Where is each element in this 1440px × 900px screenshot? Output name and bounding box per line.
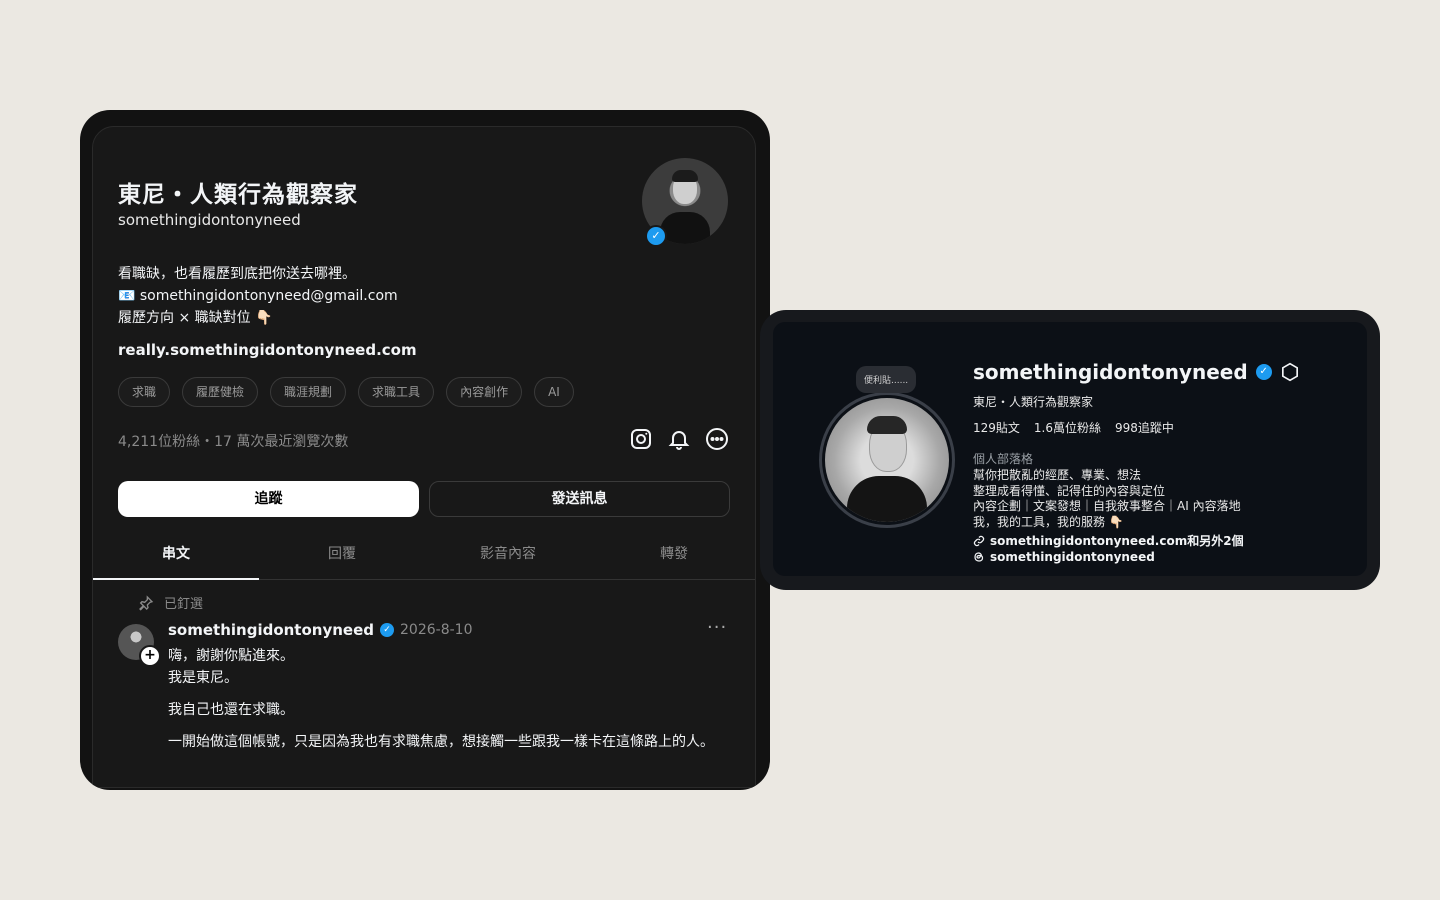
instagram-link-row[interactable]: somethingidontonyneed.com和另外2個 — [973, 532, 1244, 549]
topic-tag[interactable]: 職涯規劃 — [270, 377, 347, 407]
instagram-avatar[interactable] — [825, 398, 949, 522]
profile-display-name: 東尼・人類行為觀察家 — [118, 182, 358, 208]
profile-username: somethingidontonyneed — [118, 211, 301, 229]
post-body: 嗨，謝謝你點進來。 我是東尼。 我自己也還在求職。 一開始做這個帳號，只是因為我… — [168, 645, 733, 763]
following-count[interactable]: 998追蹤中 — [1115, 419, 1174, 436]
post-paragraph: 一開始做這個帳號，只是因為我也有求職焦慮，想接觸一些跟我一樣卡在這條路上的人。 — [168, 734, 714, 750]
bio-line: 幫你把散亂的經歷、專業、想法 — [973, 468, 1142, 482]
post-author-username[interactable]: somethingidontonyneed — [168, 621, 374, 639]
follow-plus-icon[interactable]: + — [139, 645, 161, 667]
tab-media[interactable]: 影音內容 — [425, 529, 591, 579]
bio-line: 履歷方向 × 職缺對位 👇🏻 — [118, 310, 273, 326]
instagram-username-row: somethingidontonyneed ✓ — [973, 360, 1300, 384]
verified-badge-icon: ✓ — [380, 623, 395, 637]
bio-line: 內容企劃｜文案發想｜自我敘事整合｜AI 內容落地 — [973, 499, 1241, 513]
instagram-bio: 幫你把散亂的經歷、專業、想法 整理成看得懂、記得住的內容與定位 內容企劃｜文案發… — [973, 468, 1241, 530]
instagram-link[interactable]: somethingidontonyneed.com和另外2個 — [990, 532, 1244, 549]
profile-link[interactable]: really.somethingidontonyneed.com — [118, 341, 417, 359]
tab-reposts[interactable]: 轉發 — [591, 529, 755, 579]
follow-button[interactable]: 追蹤 — [118, 481, 419, 517]
topic-tag[interactable]: 求職工具 — [358, 377, 435, 407]
post-paragraph: 我自己也還在求職。 — [168, 702, 294, 718]
instagram-category: 個人部落格 — [973, 452, 1034, 466]
pinned-indicator: 已釘選 — [138, 593, 203, 612]
bio-line-email: 📧 somethingidontonyneed@gmail.com — [118, 288, 398, 304]
pinned-label: 已釘選 — [164, 597, 204, 612]
instagram-username: somethingidontonyneed — [973, 360, 1248, 384]
topic-tags: 求職 履歷健檢 職涯規劃 求職工具 內容創作 AI — [118, 377, 574, 407]
send-message-button[interactable]: 發送訊息 — [429, 481, 730, 517]
topic-tag[interactable]: 求職 — [118, 377, 171, 407]
threads-handle[interactable]: somethingidontonyneed — [990, 550, 1155, 564]
followers-count[interactable]: 1.6萬位粉絲 — [1034, 419, 1101, 436]
post-header: somethingidontonyneed ✓ 2026-8-10 — [168, 621, 472, 639]
profile-bio: 看職缺，也看履歷到底把你送去哪裡。 📧 somethingidontonynee… — [118, 263, 398, 329]
instagram-profile-panel: 便利貼...... somethingidontonyneed ✓ 東尼・人類行… — [773, 322, 1367, 576]
tab-threads[interactable]: 串文 — [93, 529, 259, 580]
link-icon — [973, 535, 985, 546]
verified-badge-icon: ✓ — [645, 225, 667, 247]
instagram-profile-card: 便利貼...... somethingidontonyneed ✓ 東尼・人類行… — [760, 310, 1380, 590]
verified-badge-icon: ✓ — [1255, 364, 1272, 380]
topic-tag[interactable]: AI — [534, 377, 574, 407]
threads-profile-card: 東尼・人類行為觀察家 somethingidontonyneed ✓ 看職缺，也… — [80, 110, 770, 790]
more-options-icon[interactable] — [705, 427, 729, 451]
pin-icon — [139, 594, 154, 611]
post-more-icon[interactable]: ··· — [707, 617, 727, 638]
profile-tabs: 串文 回覆 影音內容 轉發 — [93, 529, 755, 580]
threads-link-row[interactable]: somethingidontonyneed — [973, 550, 1155, 564]
threads-profile-panel: 東尼・人類行為觀察家 somethingidontonyneed ✓ 看職缺，也… — [92, 126, 756, 788]
threads-icon — [974, 552, 984, 562]
profile-action-icons — [629, 427, 729, 451]
post-paragraph: 嗨，謝謝你點進來。 我是東尼。 — [168, 648, 294, 686]
posts-count: 129貼文 — [973, 421, 1020, 435]
post-date: 2026-8-10 — [400, 622, 473, 638]
instagram-full-name: 東尼・人類行為觀察家 — [973, 395, 1094, 409]
follower-stats[interactable]: 4,211位粉絲・17 萬次最近瀏覽次數 — [118, 431, 348, 451]
instagram-stats: 129貼文 1.6萬位粉絲 998追蹤中 — [973, 419, 1174, 436]
bio-line: 整理成看得懂、記得住的內容與定位 — [973, 483, 1166, 498]
tab-replies[interactable]: 回覆 — [259, 529, 425, 579]
topic-tag[interactable]: 履歷健檢 — [182, 377, 259, 407]
bio-line: 我，我的工具，我的服務 👇🏻 — [973, 514, 1124, 529]
note-bubble[interactable]: 便利貼...... — [856, 366, 917, 393]
instagram-icon[interactable] — [629, 427, 653, 451]
notification-bell-icon[interactable] — [667, 427, 691, 451]
topic-tag[interactable]: 內容創作 — [446, 377, 523, 407]
bio-line: 看職缺，也看履歷到底把你送去哪裡。 — [118, 266, 356, 282]
settings-gear-icon[interactable] — [1280, 362, 1300, 382]
